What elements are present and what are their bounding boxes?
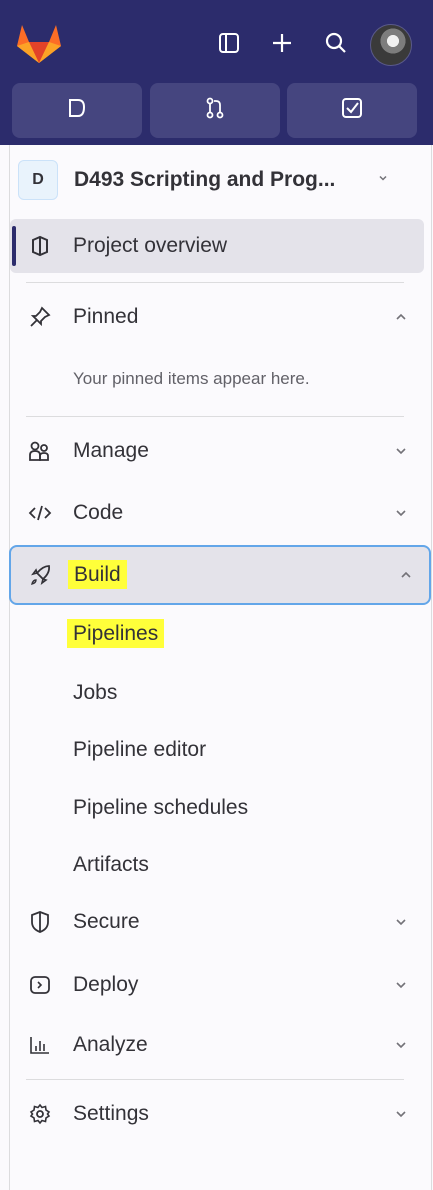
gitlab-logo-icon[interactable] — [16, 22, 62, 64]
chevron-up-icon — [397, 566, 415, 584]
divider — [26, 1079, 404, 1080]
chevron-down-icon — [392, 1036, 410, 1054]
nav-deploy[interactable]: Deploy — [10, 958, 424, 1012]
nav-project-overview[interactable]: Project overview — [10, 219, 424, 273]
nav-subitem-jobs[interactable]: Jobs — [73, 681, 117, 705]
nav-code[interactable]: Code — [10, 486, 424, 540]
user-avatar[interactable] — [370, 24, 412, 66]
nav-settings[interactable]: Settings — [10, 1087, 424, 1141]
chevron-down-icon — [392, 976, 410, 994]
todos-button[interactable] — [287, 83, 417, 138]
nav-label: Code — [73, 501, 124, 524]
nav-pinned[interactable]: Pinned — [10, 290, 424, 344]
project-name: D493 Scripting and Prog... — [74, 168, 336, 191]
shield-icon — [26, 908, 54, 936]
nav-label: Pinned — [73, 305, 139, 328]
chevron-down-icon — [392, 442, 410, 460]
active-indicator — [12, 226, 16, 266]
project-icon — [26, 232, 54, 260]
chevron-down-icon — [392, 913, 410, 931]
project-avatar: D — [18, 160, 58, 200]
nav-secure[interactable]: Secure — [10, 895, 424, 949]
nav-label: Manage — [73, 439, 149, 462]
divider — [26, 282, 404, 283]
top-bar — [0, 0, 433, 145]
nav-manage[interactable]: Manage — [10, 424, 424, 478]
highlighted-text: Build — [68, 560, 127, 589]
nav-label: Build — [68, 560, 127, 589]
nav-build[interactable]: Build — [9, 545, 431, 605]
nav-label: Settings — [73, 1102, 149, 1125]
chevron-up-icon — [392, 308, 410, 326]
merge-requests-icon — [205, 97, 225, 124]
highlighted-text: Pipelines — [67, 619, 165, 648]
plus-icon[interactable] — [266, 26, 298, 60]
nav-label: Secure — [73, 910, 140, 933]
thumbtack-icon — [26, 303, 54, 331]
chevron-down-icon — [377, 171, 389, 189]
nav-analyze[interactable]: Analyze — [10, 1018, 424, 1072]
nav-label: Deploy — [73, 973, 139, 996]
chart-icon — [26, 1031, 54, 1059]
issues-button[interactable] — [12, 83, 142, 138]
chevron-down-icon — [392, 1105, 410, 1123]
nav-label: Analyze — [73, 1033, 148, 1056]
nav-subitem-artifacts[interactable]: Artifacts — [73, 853, 149, 877]
project-switcher[interactable]: D D493 Scripting and Prog... — [18, 160, 413, 200]
nav-subitem-pipeline-schedules[interactable]: Pipeline schedules — [73, 796, 248, 820]
sidebar-toggle-icon[interactable] — [213, 26, 245, 60]
deploy-icon — [26, 971, 54, 999]
issues-icon — [67, 98, 87, 123]
merge-requests-button[interactable] — [150, 83, 280, 138]
divider — [26, 416, 404, 417]
nav-label: Project overview — [73, 234, 228, 257]
search-icon[interactable] — [320, 26, 352, 60]
rocket-icon — [27, 561, 55, 589]
code-icon — [26, 499, 54, 527]
todos-icon — [341, 97, 363, 124]
nav-subitem-pipelines[interactable]: Pipelines — [67, 619, 165, 648]
sidebar-right-border — [431, 145, 432, 1190]
chevron-down-icon — [392, 504, 410, 522]
nav-subitem-pipeline-editor[interactable]: Pipeline editor — [73, 738, 206, 762]
users-icon — [26, 437, 54, 465]
gear-icon — [26, 1100, 54, 1128]
pinned-empty-hint: Your pinned items appear here. — [73, 369, 310, 388]
